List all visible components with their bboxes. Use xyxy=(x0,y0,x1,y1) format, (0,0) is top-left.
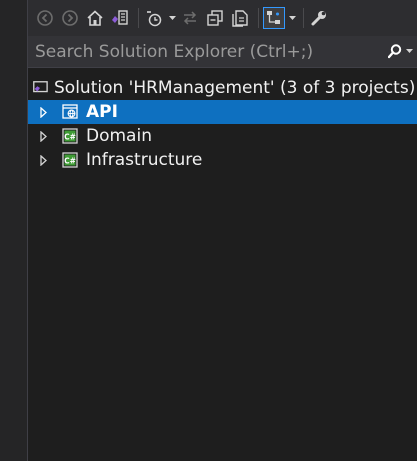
show-all-files-button[interactable] xyxy=(229,7,251,29)
pending-changes-filter-icon xyxy=(147,11,162,27)
csharp-project-icon: C# xyxy=(62,128,78,144)
tree-item-project-domain[interactable]: C# Domain xyxy=(28,124,417,148)
solution-tree: Solution 'HRManagement' (3 of 3 projects… xyxy=(28,76,417,172)
search-bar xyxy=(28,36,417,68)
back-button[interactable] xyxy=(34,7,56,29)
search-input[interactable] xyxy=(28,37,383,66)
properties-icon xyxy=(311,11,326,26)
expand-arrow[interactable] xyxy=(36,124,50,148)
expand-icon xyxy=(39,130,47,142)
collapse-all-button[interactable] xyxy=(204,7,226,29)
chevron-down-icon xyxy=(405,49,413,53)
home-button[interactable] xyxy=(84,7,106,29)
switch-views-icon xyxy=(112,10,128,25)
tree-item-label: API xyxy=(86,102,118,122)
tree-item-label: Domain xyxy=(86,126,152,146)
home-icon xyxy=(87,10,103,26)
tree-item-label: Infrastructure xyxy=(86,150,203,170)
preview-dropdown[interactable] xyxy=(288,7,296,29)
collapse-all-icon xyxy=(207,10,223,26)
forward-button[interactable] xyxy=(59,7,81,29)
web-project-icon xyxy=(62,104,78,120)
forward-icon xyxy=(62,10,78,26)
expand-arrow[interactable] xyxy=(36,148,50,172)
chevron-down-icon xyxy=(288,15,296,20)
expand-arrow[interactable] xyxy=(36,100,50,124)
tree-item-project-api[interactable]: API xyxy=(28,100,417,124)
pending-changes-dropdown[interactable] xyxy=(168,7,176,29)
tree-item-solution[interactable]: Solution 'HRManagement' (3 of 3 projects… xyxy=(28,76,417,100)
search-icon xyxy=(387,43,401,58)
tree-item-project-infrastructure[interactable]: C# Infrastructure xyxy=(28,148,417,172)
pending-changes-filter-button[interactable] xyxy=(143,7,165,29)
expand-icon xyxy=(39,106,47,118)
chevron-down-icon xyxy=(168,15,176,20)
solution-explorer-toolbar xyxy=(28,0,417,36)
toolbar-separator xyxy=(138,8,139,28)
expand-icon xyxy=(39,154,47,166)
preview-selected-items-button[interactable] xyxy=(263,7,285,29)
preview-selected-items-icon xyxy=(267,11,280,24)
solution-explorer-panel: Solution 'HRManagement' (3 of 3 projects… xyxy=(28,0,417,461)
svg-text:C#: C# xyxy=(64,157,76,166)
search-button[interactable] xyxy=(383,38,417,66)
toolbar-separator xyxy=(303,8,304,28)
left-dock-strip xyxy=(0,0,28,461)
tree-item-label: Solution 'HRManagement' (3 of 3 projects… xyxy=(54,78,416,98)
sync-with-active-document-icon xyxy=(183,11,197,25)
toolbar-separator xyxy=(258,8,259,28)
back-icon xyxy=(37,10,53,26)
solution-icon xyxy=(32,80,48,96)
switch-views-button[interactable] xyxy=(109,7,131,29)
sync-with-active-document-button[interactable] xyxy=(179,7,201,29)
show-all-files-icon xyxy=(232,10,248,27)
properties-button[interactable] xyxy=(308,7,330,29)
svg-text:C#: C# xyxy=(64,133,76,142)
csharp-project-icon: C# xyxy=(62,152,78,168)
